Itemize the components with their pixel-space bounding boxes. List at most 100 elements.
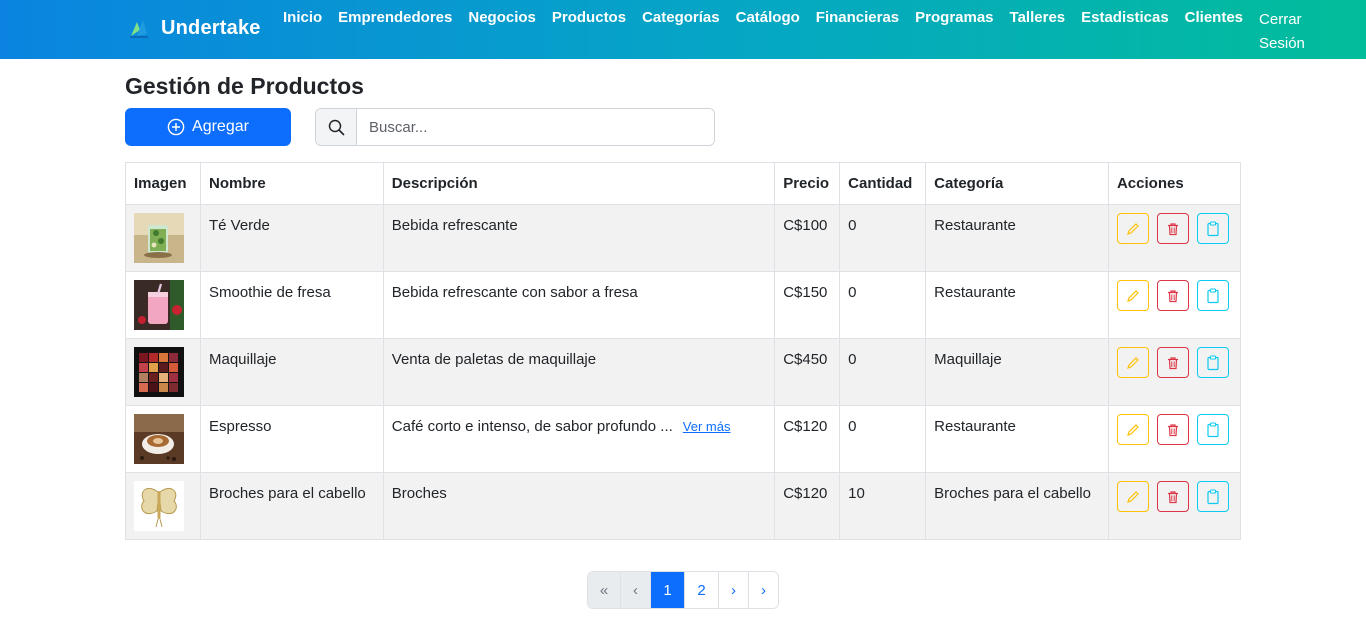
search-icon: [328, 119, 344, 135]
nav-link-clientes[interactable]: Clientes: [1185, 8, 1243, 28]
nav-link-productos[interactable]: Productos: [552, 8, 626, 28]
product-description: Bebida refrescante: [382, 204, 776, 272]
product-thumbnail-te-verde: [134, 213, 184, 263]
nav-link-negocios[interactable]: Negocios: [468, 8, 536, 28]
product-category: Restaurante: [925, 204, 1109, 272]
trash-icon: [1167, 490, 1178, 503]
search-group: [315, 108, 715, 146]
nav-links: Inicio Emprendedores Negocios Productos …: [283, 8, 1311, 56]
image-cell: [125, 204, 201, 272]
product-price: C$120: [774, 405, 841, 473]
nav-link-categorias[interactable]: Categorías: [642, 8, 720, 28]
header-category: Categoría: [925, 162, 1109, 205]
logout-link[interactable]: Cerrar Sesión: [1259, 8, 1311, 56]
description-text: Bebida refrescante: [391, 217, 518, 234]
pencil-icon: [1127, 356, 1139, 369]
brand-logo-icon: [130, 20, 148, 38]
header-quantity: Cantidad: [839, 162, 927, 205]
header-actions: Acciones: [1107, 162, 1242, 205]
product-name: Smoothie de fresa: [199, 271, 384, 339]
search-input[interactable]: [357, 109, 714, 145]
product-description: Venta de paletas de maquillaje: [382, 338, 776, 406]
product-description: Bebida refrescante con sabor a fresa: [382, 271, 776, 339]
edit-button[interactable]: [1116, 414, 1149, 445]
delete-button[interactable]: [1156, 481, 1189, 512]
product-description: Broches: [382, 472, 776, 540]
image-cell: [125, 472, 201, 540]
product-category: Broches para el cabello: [925, 472, 1109, 540]
clipboard-button[interactable]: [1196, 213, 1229, 244]
clipboard-icon: [1207, 220, 1219, 236]
product-name: Té Verde: [199, 204, 384, 272]
clipboard-icon: [1207, 488, 1219, 504]
page-1-button[interactable]: 1: [651, 572, 685, 608]
brand-name: Undertake: [161, 16, 261, 39]
page-last-button[interactable]: ›: [749, 572, 778, 608]
description-text: Broches: [391, 485, 447, 502]
page-prev-button[interactable]: ‹: [621, 572, 651, 608]
actions-cell: [1107, 472, 1242, 540]
pencil-icon: [1127, 423, 1139, 436]
nav-link-catalogo[interactable]: Catálogo: [736, 8, 800, 28]
header-description: Descripción: [382, 162, 776, 205]
delete-button[interactable]: [1156, 280, 1189, 311]
clipboard-button[interactable]: [1196, 347, 1229, 378]
product-quantity: 0: [839, 204, 927, 272]
product-price: C$150: [774, 271, 841, 339]
trash-icon: [1167, 423, 1178, 436]
add-button-label: Agregar: [192, 118, 249, 135]
edit-button[interactable]: [1116, 347, 1149, 378]
actions-cell: [1107, 338, 1242, 406]
clipboard-button[interactable]: [1196, 414, 1229, 445]
nav-link-emprendedores[interactable]: Emprendedores: [338, 8, 452, 28]
products-table: Imagen Nombre Descripción Precio Cantida…: [125, 162, 1242, 540]
trash-icon: [1167, 356, 1178, 369]
add-product-button[interactable]: Agregar: [125, 108, 291, 146]
page-2-button[interactable]: 2: [685, 572, 719, 608]
delete-button[interactable]: [1156, 414, 1189, 445]
plus-circle-icon: [167, 118, 185, 136]
edit-button[interactable]: [1116, 213, 1149, 244]
product-name: Espresso: [199, 405, 384, 473]
pencil-icon: [1127, 222, 1139, 235]
nav-link-inicio[interactable]: Inicio: [283, 8, 322, 28]
page-title: Gestión de Productos: [125, 73, 364, 99]
clipboard-button[interactable]: [1196, 481, 1229, 512]
actions-cell: [1107, 271, 1242, 339]
header-image: Imagen: [125, 162, 201, 205]
product-quantity: 0: [839, 271, 927, 339]
brand[interactable]: Undertake: [127, 16, 261, 40]
image-cell: [125, 405, 201, 473]
description-text: Bebida refrescante con sabor a fresa: [391, 284, 638, 301]
nav-link-estadisticas[interactable]: Estadisticas: [1081, 8, 1169, 28]
clipboard-icon: [1207, 354, 1219, 370]
product-name: Maquillaje: [199, 338, 384, 406]
page-first-button[interactable]: «: [588, 572, 621, 608]
product-price: C$100: [774, 204, 841, 272]
clipboard-icon: [1207, 421, 1219, 437]
product-thumbnail-maquillaje: [134, 347, 184, 397]
table-row: Broches para el cabello Broches C$120 10…: [125, 472, 1242, 540]
nav-link-talleres[interactable]: Talleres: [1010, 8, 1066, 28]
trash-icon: [1167, 222, 1178, 235]
clipboard-button[interactable]: [1196, 280, 1229, 311]
delete-button[interactable]: [1156, 347, 1189, 378]
top-navbar: Undertake Inicio Emprendedores Negocios …: [0, 0, 1366, 59]
pencil-icon: [1127, 289, 1139, 302]
nav-link-programas[interactable]: Programas: [915, 8, 993, 28]
ver-mas-link[interactable]: Ver más: [683, 419, 731, 434]
header-name: Nombre: [199, 162, 384, 205]
product-category: Restaurante: [925, 405, 1109, 473]
pagination: « ‹ 1 2 › ›: [587, 571, 779, 609]
logout-line2: Sesión: [1259, 35, 1305, 52]
table-row: Espresso Café corto e intenso, de sabor …: [125, 405, 1242, 473]
product-description: Café corto e intenso, de sabor profundo …: [382, 405, 776, 473]
delete-button[interactable]: [1156, 213, 1189, 244]
edit-button[interactable]: [1116, 280, 1149, 311]
image-cell: [125, 338, 201, 406]
pencil-icon: [1127, 490, 1139, 503]
edit-button[interactable]: [1116, 481, 1149, 512]
page-next-button[interactable]: ›: [719, 572, 749, 608]
trash-icon: [1167, 289, 1178, 302]
nav-link-financieras[interactable]: Financieras: [816, 8, 899, 28]
